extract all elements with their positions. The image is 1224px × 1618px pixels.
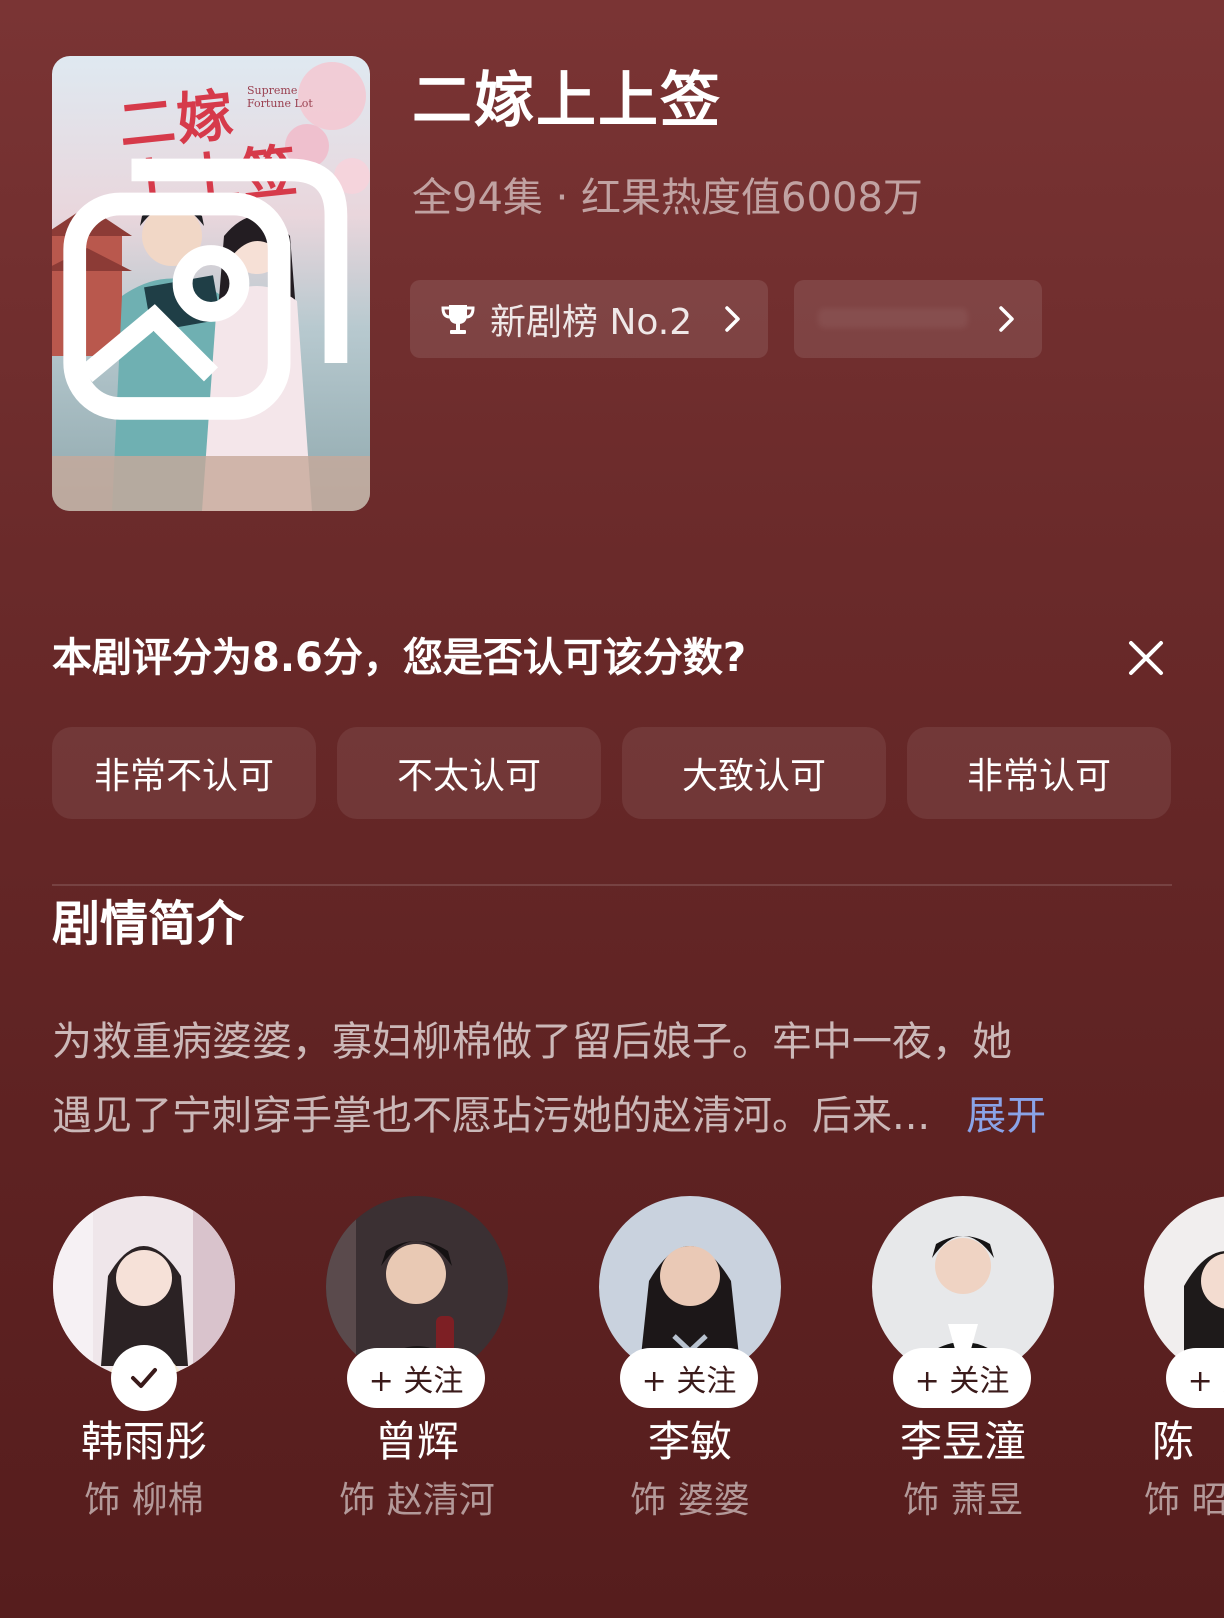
synopsis-line: 为救重病婆婆，寡妇柳棉做了留后娘子。牢中一夜，她: [52, 1019, 1012, 1065]
rating-option-strongly-disagree[interactable]: 非常不认可: [52, 727, 316, 819]
secondary-chip[interactable]: [794, 280, 1042, 358]
rating-option-agree[interactable]: 大致认可: [622, 727, 886, 819]
cast-role: 饰 柳棉: [84, 1480, 204, 1521]
cast-role: 饰 赵清河: [339, 1480, 495, 1521]
gallery-icon[interactable]: [52, 56, 370, 511]
follow-button[interactable]: + 关注: [893, 1348, 1031, 1408]
blurred-content: [818, 308, 968, 328]
rank-chip[interactable]: 新剧榜 No.2: [410, 280, 768, 358]
drama-meta: 全94集 · 红果热度值6008万: [412, 175, 923, 221]
synopsis-title: 剧情简介: [52, 896, 245, 952]
close-icon[interactable]: [1126, 638, 1166, 678]
drama-poster[interactable]: 二嫁 上上签 Supreme Fortune Lot: [52, 56, 370, 511]
cast-name: 韩雨彤: [80, 1417, 207, 1466]
follow-button[interactable]: + 关注: [620, 1348, 758, 1408]
rating-option-disagree[interactable]: 不太认可: [337, 727, 601, 819]
divider: [52, 884, 1172, 886]
trophy-icon: [441, 305, 475, 334]
chevron-right-icon: [999, 306, 1014, 332]
drama-title: 二嫁上上签: [412, 66, 722, 136]
cast-name: 李敏: [647, 1417, 732, 1466]
cast-member[interactable]: 韩雨彤 饰 柳棉: [52, 1196, 236, 1526]
rating-question: 本剧评分为8.6分，您是否认可该分数?: [52, 635, 747, 681]
check-icon: [131, 1368, 157, 1388]
cast-name: 曾辉: [374, 1417, 459, 1466]
synopsis-text: 为救重病婆婆，寡妇柳棉做了留后娘子。牢中一夜，她 遇见了宁刺穿手掌也不愿玷污她的…: [52, 1005, 1172, 1153]
chevron-right-icon: [725, 306, 740, 332]
expand-link[interactable]: 展开: [966, 1093, 1046, 1139]
synopsis-line: 遇见了宁刺穿手掌也不愿玷污她的赵清河。后来... 展开: [52, 1079, 1172, 1153]
cast-role: 饰 昭: [1144, 1480, 1224, 1521]
cast-member[interactable]: + 关注 李昱潼 饰 萧昱: [871, 1196, 1055, 1526]
cast-member[interactable]: + 关注 曾辉 饰 赵清河: [325, 1196, 509, 1526]
cast-member[interactable]: + 关注 陈 饰 昭: [1144, 1196, 1224, 1526]
cast-role: 饰 婆婆: [630, 1480, 750, 1521]
rating-option-strongly-agree[interactable]: 非常认可: [907, 727, 1171, 819]
cast-member[interactable]: + 关注 李敏 饰 婆婆: [598, 1196, 782, 1526]
cast-name: 陈: [1152, 1417, 1195, 1466]
rank-chip-label: 新剧榜 No.2: [490, 302, 693, 343]
cast-role: 饰 萧昱: [903, 1480, 1023, 1521]
cast-name: 李昱潼: [899, 1417, 1026, 1466]
follow-button[interactable]: + 关注: [1166, 1348, 1224, 1408]
follow-button[interactable]: + 关注: [347, 1348, 485, 1408]
synopsis-line-text: 遇见了宁刺穿手掌也不愿玷污她的赵清河。后来...: [52, 1093, 931, 1139]
followed-badge[interactable]: [111, 1345, 177, 1411]
